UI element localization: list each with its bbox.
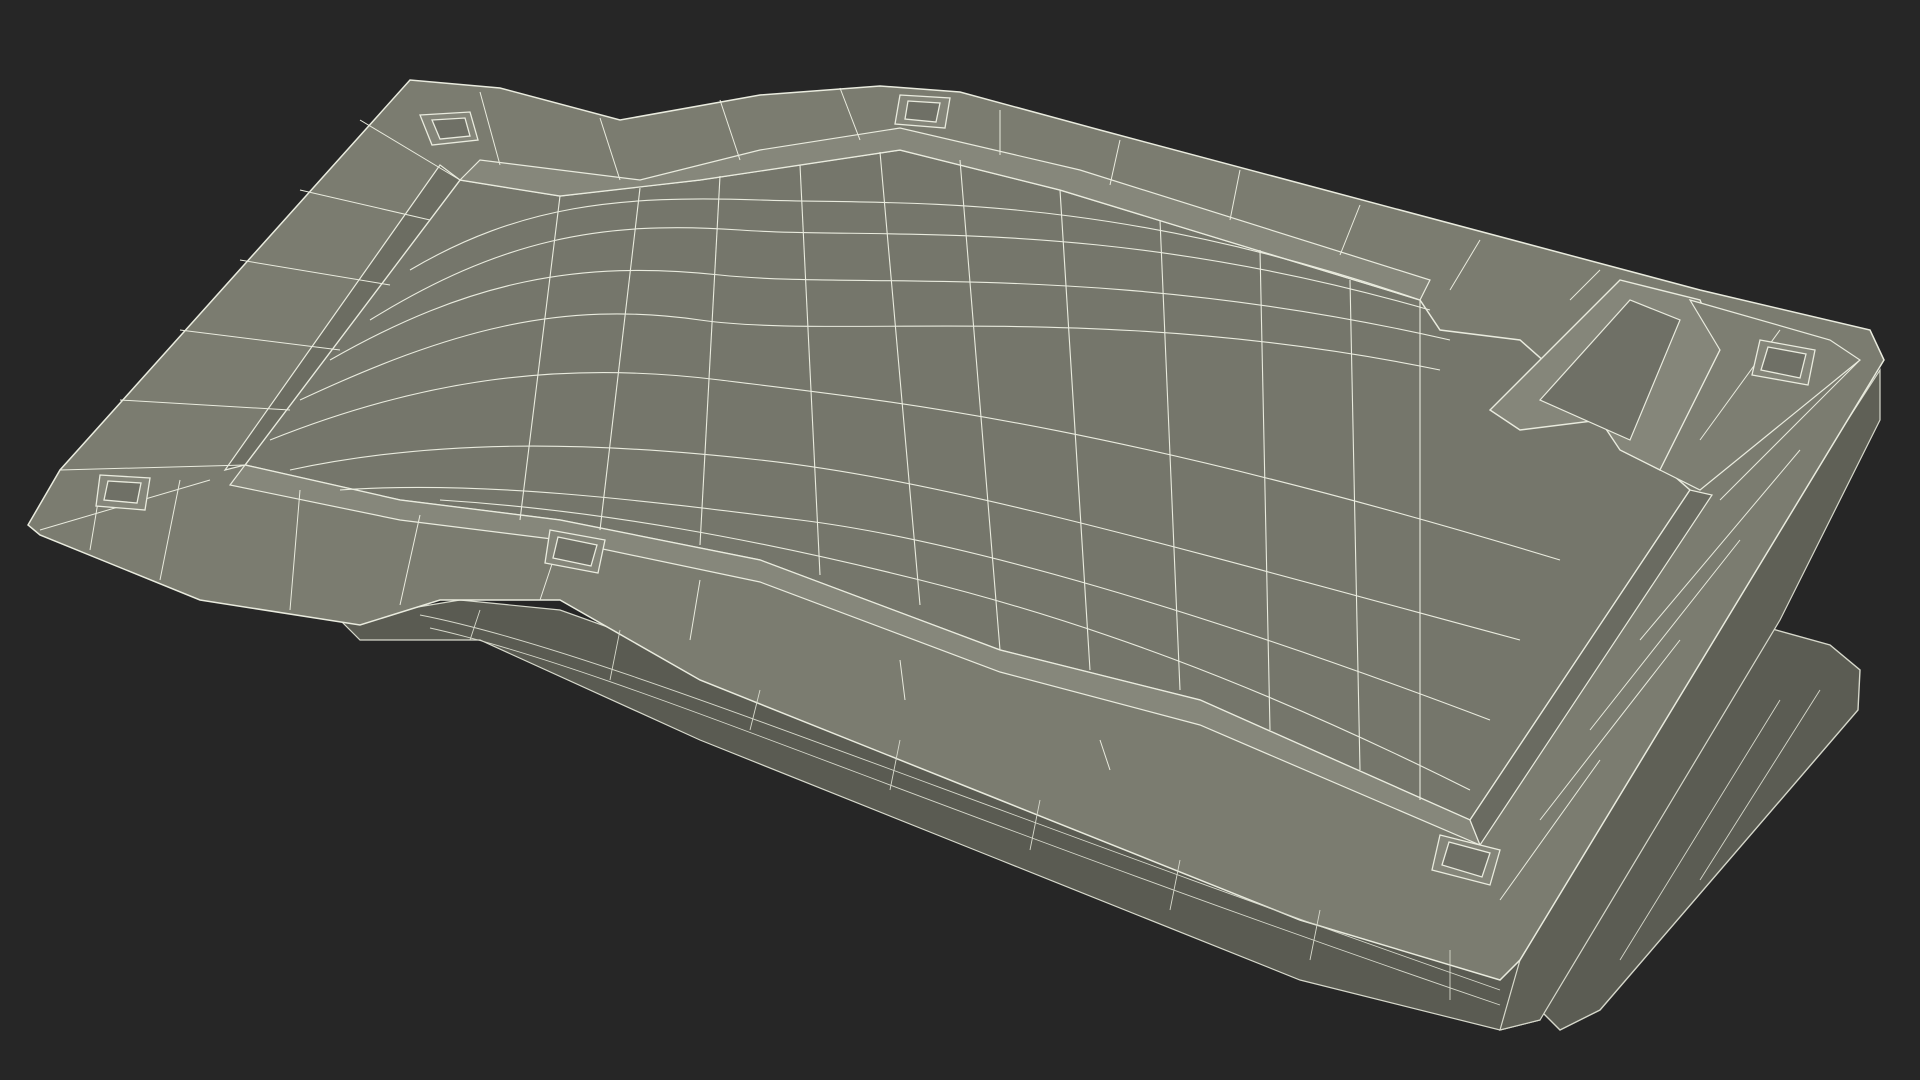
screw-socket-top-middle <box>894 94 951 129</box>
render-viewport <box>0 0 1920 1080</box>
screw-socket-left <box>95 474 151 511</box>
wireframe-render <box>0 0 1920 1080</box>
